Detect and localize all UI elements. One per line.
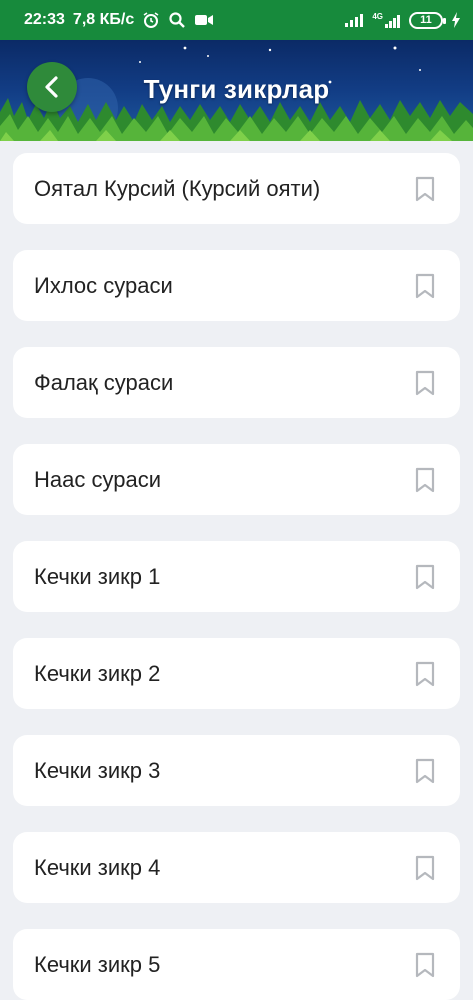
list-item-label: Наас сураси — [34, 466, 161, 492]
list-item-label: Кечки зикр 1 — [34, 563, 161, 589]
status-right: 4G 11 — [344, 11, 461, 29]
battery-level: 11 — [420, 13, 432, 26]
charging-icon — [451, 12, 461, 28]
status-net-speed: 7,8 КБ/с — [72, 11, 135, 28]
video-camera-icon — [194, 13, 214, 27]
list-item[interactable]: Кечки зикр 5 — [13, 929, 460, 1000]
status-time: 22:33 — [24, 11, 65, 28]
list-item-label: Кечки зикр 4 — [34, 854, 161, 880]
page-title: Тунги зикрлар — [143, 74, 330, 104]
zikr-list: Оятал Курсий (Курсий ояти) Ихлос сураси … — [13, 153, 460, 1000]
list-item[interactable]: Ихлос сураси — [13, 250, 460, 321]
bookmark-icon[interactable] — [414, 952, 436, 978]
list-item[interactable]: Кечки зикр 3 — [13, 735, 460, 806]
bookmark-icon[interactable] — [414, 273, 436, 299]
alarm-icon — [142, 11, 160, 29]
signal-icon — [344, 13, 364, 27]
list-item-label: Оятал Курсий (Курсий ояти) — [34, 175, 321, 201]
network-type-label: 4G — [372, 11, 383, 21]
signal-4g-icon: 4G — [372, 11, 401, 28]
list-item-label: Кечки зикр 5 — [34, 951, 161, 977]
bookmark-icon[interactable] — [414, 855, 436, 881]
bookmark-icon[interactable] — [414, 564, 436, 590]
bookmark-icon[interactable] — [414, 176, 436, 202]
list-item-label: Кечки зикр 2 — [34, 660, 161, 686]
battery-icon: 11 — [409, 11, 446, 29]
bookmark-icon[interactable] — [414, 467, 436, 493]
list-item-label: Кечки зикр 3 — [34, 757, 161, 783]
status-left: 22:33 7,8 КБ/с — [24, 11, 214, 29]
status-bar: 22:33 7,8 КБ/с 4G 11 — [0, 0, 473, 40]
search-icon — [168, 11, 186, 29]
list-item[interactable]: Фалақ сураси — [13, 347, 460, 418]
bookmark-icon[interactable] — [414, 758, 436, 784]
list-item-label: Фалақ сураси — [34, 369, 174, 395]
bookmark-icon[interactable] — [414, 370, 436, 396]
list-item[interactable]: Кечки зикр 2 — [13, 638, 460, 709]
header: Тунги зикрлар — [0, 40, 473, 141]
list-item[interactable]: Кечки зикр 4 — [13, 832, 460, 903]
list-item[interactable]: Кечки зикр 1 — [13, 541, 460, 612]
list-item[interactable]: Наас сураси — [13, 444, 460, 515]
list-item[interactable]: Оятал Курсий (Курсий ояти) — [13, 153, 460, 224]
list-item-label: Ихлос сураси — [34, 272, 173, 298]
bookmark-icon[interactable] — [414, 661, 436, 687]
